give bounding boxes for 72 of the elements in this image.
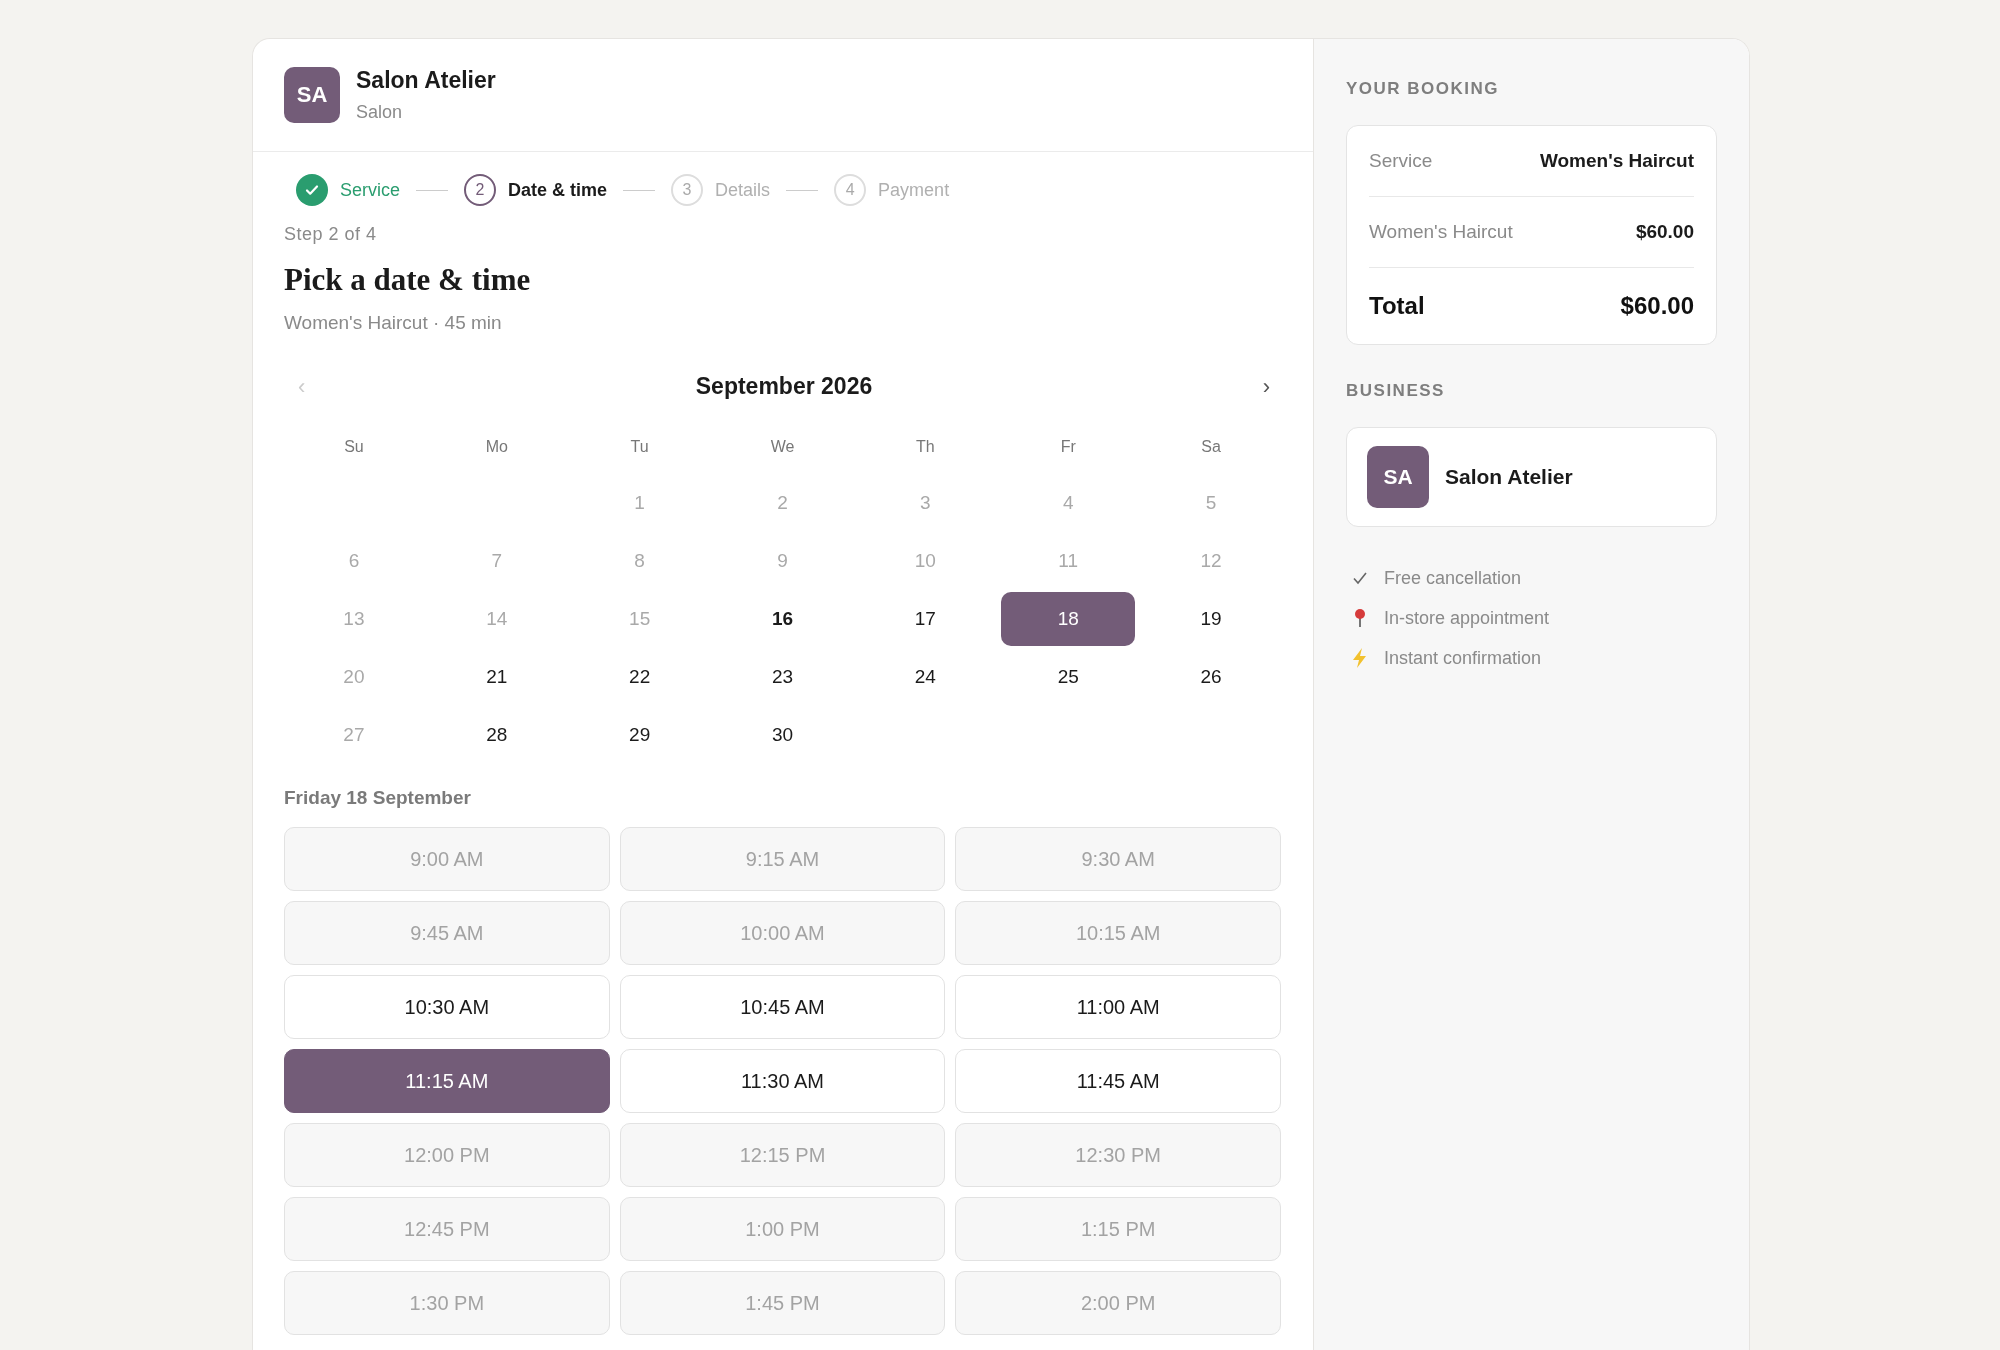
step-label[interactable]: Payment [878,179,950,201]
business-category: Salon [356,102,404,123]
page-heading: Pick a date & time [284,262,532,298]
weekday-label: We [769,437,796,457]
calendar-day[interactable]: 19 [1144,592,1278,646]
calendar-day[interactable]: 27 [287,708,421,762]
summary-label: Service [1369,150,1433,172]
calendar-day[interactable]: 21 [429,650,564,704]
calendar-day[interactable]: 9 [715,534,850,588]
calendar-day[interactable]: 30 [715,708,850,762]
feature-text: In-store appointment [1384,607,1550,629]
feature-text: Free cancellation [1384,567,1522,589]
calendar-day[interactable]: 1 [572,476,707,530]
calendar-day[interactable]: 8 [572,534,707,588]
time-slot[interactable]: 11:15 AM [284,1049,610,1113]
step-caption: Step 2 of 4 [284,224,378,245]
calendar-day[interactable]: 24 [858,650,993,704]
calendar-day[interactable]: 23 [715,650,850,704]
feature-text: Instant confirmation [1384,647,1542,669]
calendar-day[interactable]: 7 [429,534,564,588]
calendar-day[interactable]: 2 [715,476,850,530]
business-avatar: SA [1367,446,1429,508]
calendar-day[interactable]: 20 [287,650,421,704]
month-title: September 2026 [695,373,873,400]
step-number: 4 [834,174,867,206]
summary-value: Women's Haircut [1539,150,1694,172]
step-label[interactable]: Service [340,179,401,201]
selected-date-label: Friday 18 September [284,787,472,809]
step-label[interactable]: Details [715,179,771,201]
business-name: Salon Atelier [1445,465,1573,489]
service-subtitle: Women's Haircut · 45 min [284,312,503,334]
business-avatar: SA [284,67,340,123]
calendar-day[interactable]: 25 [1001,650,1136,704]
calendar-day[interactable]: 13 [287,592,421,646]
step-label[interactable]: Date & time [508,179,608,201]
step-number: 3 [671,174,704,206]
calendar-day[interactable]: 5 [1144,476,1278,530]
total-label: Total [1369,292,1425,320]
time-slot[interactable]: 11:30 AM [619,1049,946,1113]
calendar-day[interactable]: 16 [715,592,850,646]
time-slot[interactable]: 10:30 AM [284,975,610,1039]
weekday-label: Tu [629,437,650,457]
weekday-label: Sa [1200,437,1222,457]
calendar-day[interactable]: 29 [572,708,707,762]
summary-label: Women's Haircut [1369,221,1513,243]
step-number: 2 [464,174,497,206]
calendar-day[interactable]: 28 [429,708,564,762]
calendar-day[interactable]: 18 [1001,592,1136,646]
summary-value: $60.00 [1635,221,1694,243]
business-name: Salon Atelier [356,67,496,94]
calendar-day[interactable]: 14 [429,592,564,646]
calendar-day[interactable]: 4 [1001,476,1136,530]
weekday-label: Th [915,437,936,457]
calendar-day[interactable]: 11 [1001,534,1136,588]
calendar-day[interactable]: 26 [1144,650,1278,704]
weekday-label: Su [343,437,365,457]
calendar-day[interactable]: 6 [287,534,421,588]
section-title: YOUR BOOKING [1346,79,1501,99]
weekday-label: Fr [1059,437,1077,457]
weekday-label: Mo [484,437,509,457]
calendar-day[interactable]: 12 [1144,534,1278,588]
calendar-day[interactable]: 15 [572,592,707,646]
next-month-button[interactable]: › [1258,373,1274,400]
time-slot[interactable]: 11:45 AM [955,1049,1281,1113]
calendar-day[interactable]: 17 [858,592,993,646]
calendar-day[interactable]: 3 [858,476,993,530]
calendar-day[interactable]: 22 [572,650,707,704]
time-slot[interactable]: 11:00 AM [955,975,1281,1039]
section-title: BUSINESS [1346,381,1446,401]
calendar-day[interactable]: 10 [858,534,993,588]
total-value: $60.00 [1620,292,1694,320]
time-slot[interactable]: 10:45 AM [619,975,946,1039]
